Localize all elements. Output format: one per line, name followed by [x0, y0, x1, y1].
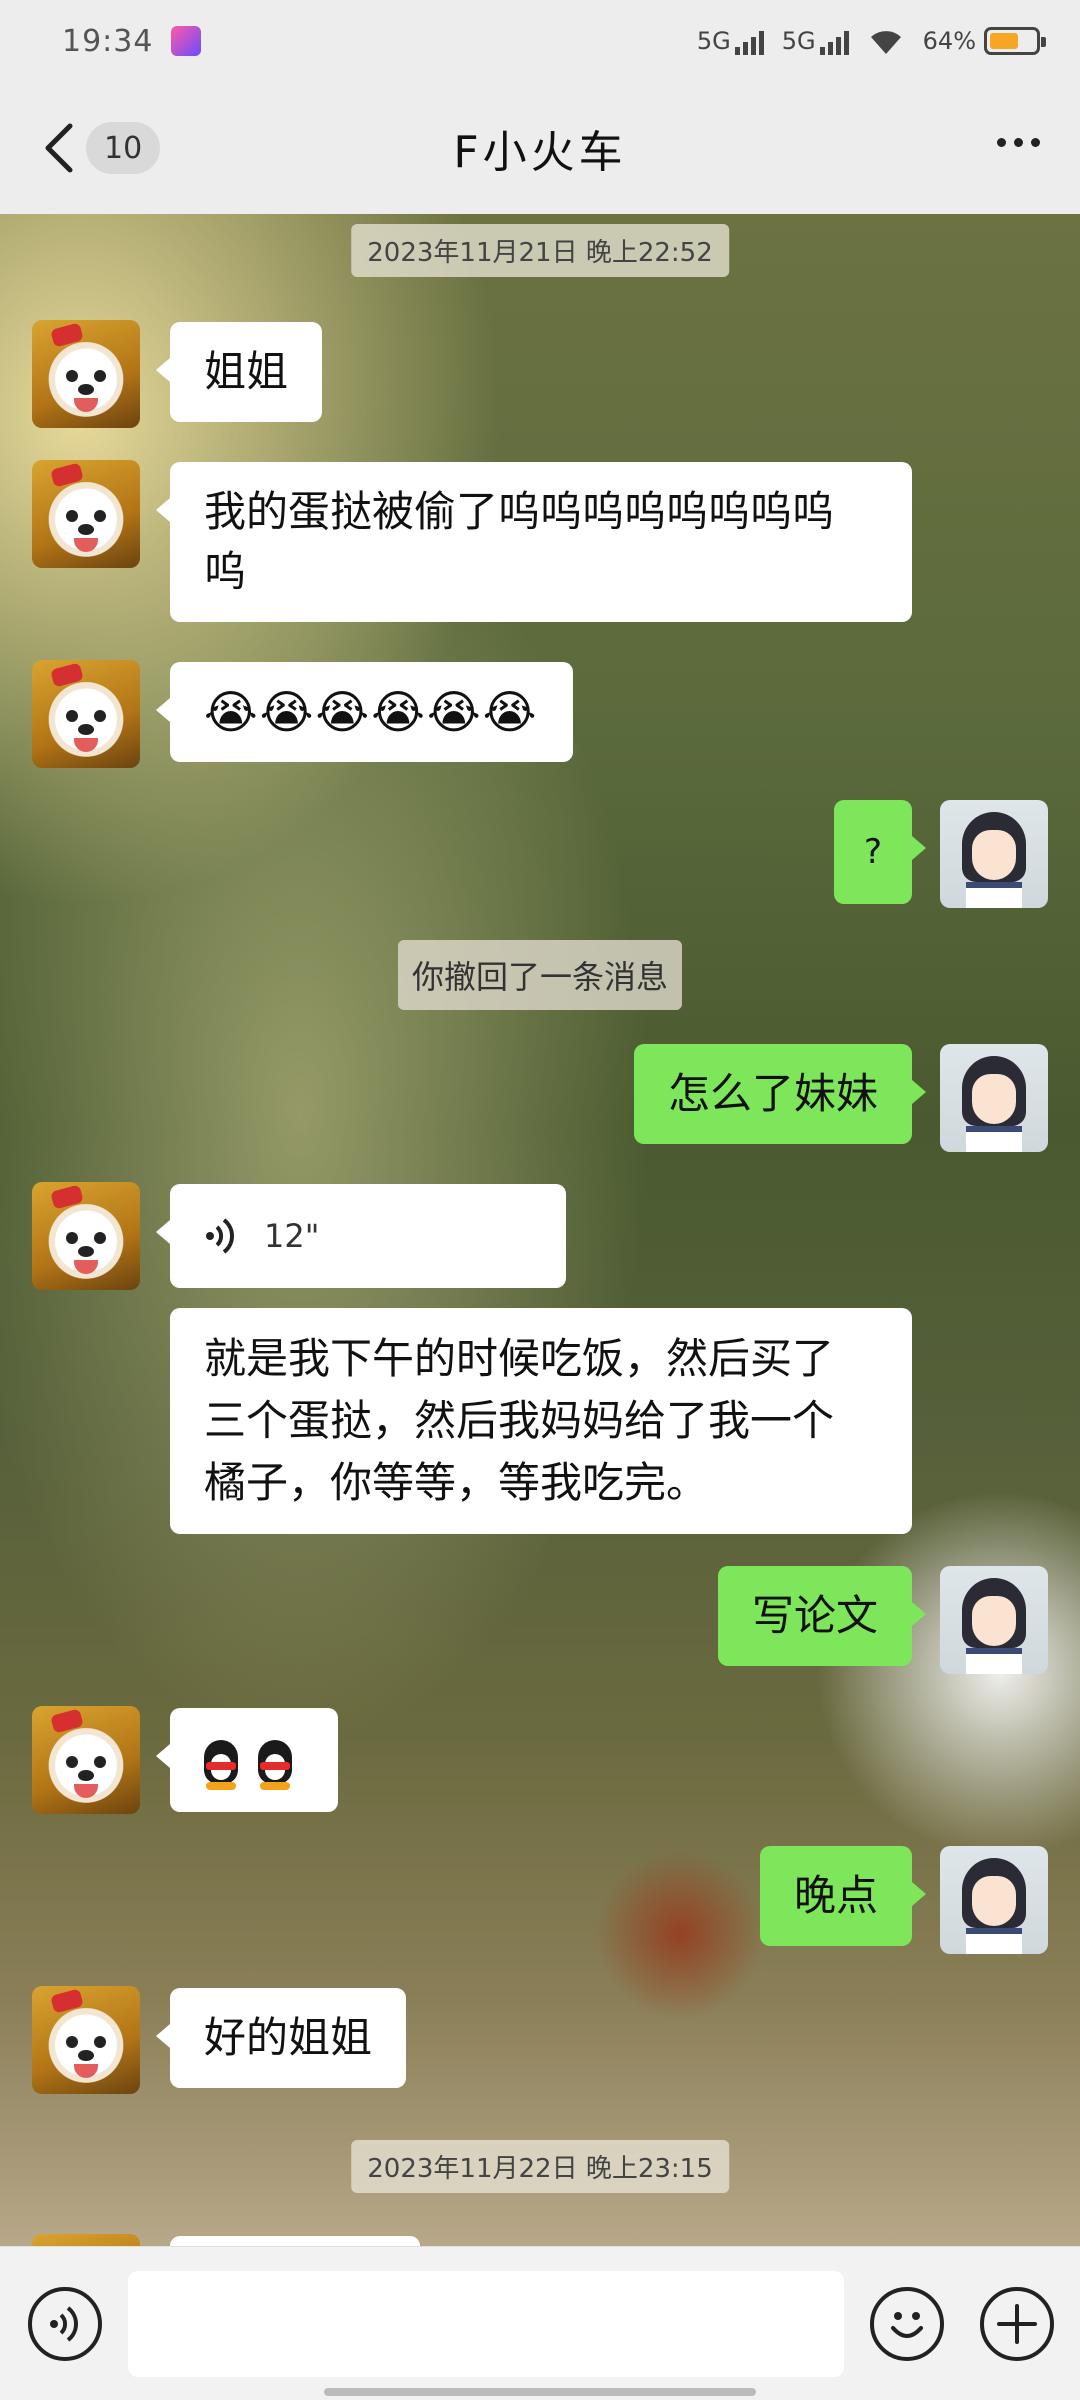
outgoing-message[interactable]: 晚点	[759, 1846, 927, 1946]
outgoing-message[interactable]: 怎么了妹妹	[633, 1044, 927, 1144]
contact-avatar[interactable]	[32, 1182, 140, 1290]
contact-avatar[interactable]	[32, 1706, 140, 1814]
chevron-left-icon	[45, 123, 73, 173]
more-icon	[997, 138, 1006, 147]
contact-avatar[interactable]	[32, 460, 140, 568]
plus-icon	[997, 2304, 1037, 2344]
status-time: 19:34	[62, 23, 154, 59]
contact-avatar[interactable]	[32, 1986, 140, 2094]
status-bar: 19:34 5G 5G 64%	[0, 0, 1080, 82]
input-bar	[0, 2246, 1080, 2400]
voice-duration: 12"	[264, 1217, 320, 1255]
plus-button[interactable]	[980, 2287, 1054, 2361]
voice-input-button[interactable]	[28, 2287, 102, 2361]
contact-avatar[interactable]	[32, 2234, 140, 2246]
unread-count-badge[interactable]: 10	[86, 122, 161, 174]
incoming-message[interactable]: 😭😭😭😭😭😭	[156, 662, 573, 762]
incoming-message[interactable]: 姐姐	[155, 322, 323, 422]
message-timestamp: 2023年11月22日 晚上23:15	[351, 2140, 729, 2193]
incoming-message[interactable]: 好的姐姐	[155, 1988, 407, 2088]
penguin-icon	[200, 1739, 242, 1790]
emoji-icon	[891, 2312, 923, 2338]
emoji-button[interactable]	[870, 2287, 944, 2361]
cellular-signal-2: 5G	[782, 27, 849, 55]
message-timestamp: 2023年11月21日 晚上22:52	[351, 224, 729, 277]
voice-icon	[206, 1218, 234, 1254]
contact-avatar[interactable]	[32, 320, 140, 428]
incoming-message[interactable]: 就是我下午的时候吃饭，然后买了 三个蛋挞，然后我妈妈给了我一个 橘子，你等等，等…	[170, 1308, 912, 1534]
app-notification-icon	[171, 26, 202, 56]
battery-icon	[984, 27, 1046, 55]
contact-avatar[interactable]	[32, 660, 140, 768]
more-button[interactable]	[997, 138, 1040, 147]
status-indicators: 5G 5G 64%	[697, 26, 1046, 56]
user-avatar[interactable]	[940, 1846, 1048, 1954]
outgoing-message[interactable]: 写论文	[717, 1566, 927, 1666]
chat-header: 10 F小火车	[0, 82, 1080, 214]
network-type-1: 5G	[696, 27, 731, 55]
user-avatar[interactable]	[940, 1044, 1048, 1152]
signal-bars-icon	[734, 29, 764, 55]
battery-percent: 64%	[922, 27, 976, 55]
penguin-icon	[254, 1739, 296, 1790]
battery-indicator: 64%	[922, 27, 1046, 55]
message-input[interactable]	[128, 2271, 844, 2377]
voice-message[interactable]: 12"	[156, 1184, 566, 1288]
wifi-icon	[870, 31, 901, 54]
outgoing-message[interactable]: ?	[833, 800, 927, 904]
incoming-sticker-message[interactable]	[156, 1708, 338, 1812]
home-indicator[interactable]	[324, 2388, 756, 2396]
user-avatar[interactable]	[940, 800, 1048, 908]
incoming-message[interactable]: 我的蛋挞被偷了呜呜呜呜呜呜呜呜 呜	[156, 462, 912, 622]
user-avatar[interactable]	[940, 1566, 1048, 1674]
signal-bars-icon	[819, 29, 849, 55]
recalled-message-notice: 你撤回了一条消息	[397, 940, 683, 1010]
network-type-2: 5G	[781, 27, 816, 55]
cellular-signal-1: 5G	[697, 27, 764, 55]
chat-area[interactable]: 2023年11月21日 晚上22:52 姐姐 我的蛋挞被偷了呜呜呜呜呜呜呜呜 呜…	[0, 214, 1080, 2246]
back-button[interactable]	[40, 122, 80, 174]
incoming-message[interactable]	[170, 2236, 420, 2246]
battery-fill	[990, 33, 1019, 49]
voice-icon	[50, 2306, 78, 2342]
chat-title: F小火车	[453, 127, 627, 178]
